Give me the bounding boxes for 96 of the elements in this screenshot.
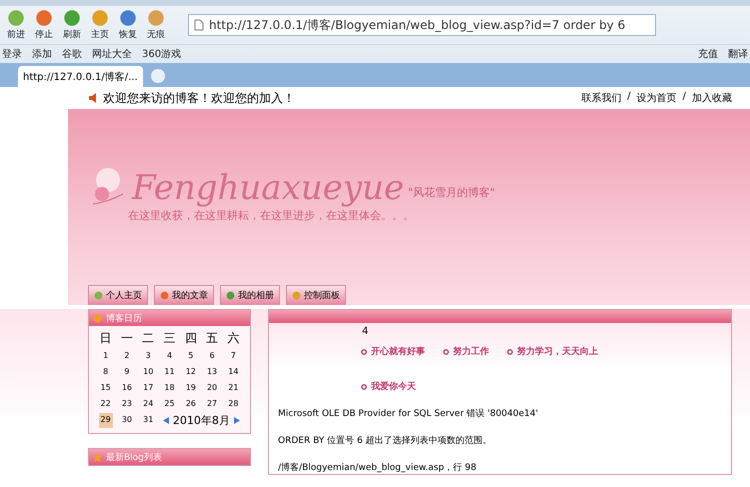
calendar-day[interactable]: 30 bbox=[120, 413, 134, 428]
calendar-day[interactable]: 11 bbox=[162, 365, 177, 379]
panel-title: 最新Blog列表 bbox=[106, 452, 162, 464]
toolbar-button[interactable]: 恢复 bbox=[116, 9, 140, 41]
bullet-icon bbox=[361, 348, 367, 354]
calendar-day[interactable]: 13 bbox=[204, 365, 220, 379]
toolbar-icon bbox=[63, 9, 81, 27]
bookmark-link[interactable]: 360游戏 bbox=[142, 47, 182, 61]
nav-icon bbox=[94, 291, 103, 300]
nav-icon bbox=[292, 291, 301, 300]
bookmark-link[interactable]: 谷歌 bbox=[62, 47, 82, 61]
article-link[interactable]: 努力工作 bbox=[443, 345, 489, 358]
toolbar-icon bbox=[91, 9, 109, 27]
calendar-day[interactable]: 28 bbox=[226, 397, 240, 411]
article-link[interactable]: 努力学习，天天向上 bbox=[507, 345, 598, 358]
calendar-day[interactable]: 31 bbox=[141, 413, 156, 428]
weekday-label: 二 bbox=[141, 330, 156, 347]
star-icon bbox=[93, 452, 102, 462]
nav-tab[interactable]: 个人主页 bbox=[88, 285, 148, 305]
article-link[interactable]: 我爱你今天 bbox=[361, 380, 416, 393]
calendar-day[interactable]: 1 bbox=[101, 349, 110, 363]
separator-text: / bbox=[682, 91, 686, 104]
address-field[interactable]: http://127.0.0.1/博客/Blogyemian/web_blog_view.asp?id=7 order by 6 bbox=[188, 14, 656, 36]
calendar-day[interactable]: 4 bbox=[164, 349, 174, 363]
bookmark-link[interactable]: 翻译 bbox=[728, 47, 748, 61]
calendar-day[interactable]: 7 bbox=[228, 349, 238, 363]
toolbar-button[interactable]: 刷新 bbox=[60, 9, 84, 41]
bookmark-link[interactable]: 充值 bbox=[698, 47, 718, 61]
calendar-day[interactable]: 27 bbox=[204, 397, 220, 411]
weekday-label: 日 bbox=[98, 330, 113, 347]
nav-icon bbox=[160, 291, 169, 300]
panel-title: 博客日历 bbox=[106, 312, 142, 324]
calendar-day[interactable]: 20 bbox=[204, 381, 220, 395]
nav-tab[interactable]: 我的相册 bbox=[220, 285, 280, 305]
top-link[interactable]: 设为首页 bbox=[636, 91, 677, 105]
article-link[interactable]: 开心就有好事 bbox=[361, 345, 425, 358]
toolbar-icon bbox=[147, 9, 165, 27]
blog-subtitle: "风花雪月的博客" bbox=[408, 185, 496, 200]
calendar-day[interactable]: 18 bbox=[162, 381, 177, 395]
calendar-day[interactable]: 6 bbox=[208, 349, 217, 363]
weekday-label: 六 bbox=[226, 330, 240, 347]
nav-tab[interactable]: 控制面板 bbox=[286, 285, 346, 305]
calendar-day[interactable]: 10 bbox=[141, 365, 156, 379]
calendar-day[interactable]: 25 bbox=[162, 397, 177, 411]
weekday-label: 三 bbox=[162, 330, 176, 347]
calendar-day[interactable]: 23 bbox=[120, 397, 134, 411]
calendar-day[interactable]: 5 bbox=[186, 349, 196, 363]
nav-icon bbox=[226, 291, 235, 300]
month-label: 2010年8月 bbox=[172, 413, 230, 428]
top-link[interactable]: 加入收藏 bbox=[692, 91, 732, 105]
weekday-label: 五 bbox=[205, 330, 220, 347]
calendar-day[interactable]: 2 bbox=[122, 349, 132, 363]
toolbar-button[interactable]: 主页 bbox=[88, 9, 112, 41]
toolbar-icon bbox=[7, 9, 25, 27]
calendar-day[interactable]: 22 bbox=[98, 397, 113, 411]
calendar-day[interactable]: 9 bbox=[122, 365, 132, 379]
bookmark-link[interactable]: 登录 bbox=[2, 47, 22, 61]
calendar-day[interactable]: 19 bbox=[184, 381, 198, 395]
toolbar-icon bbox=[119, 9, 137, 27]
toolbar-icon bbox=[35, 9, 53, 27]
toolbar-button[interactable]: 停止 bbox=[32, 9, 56, 41]
error-text: /博客/Blogyemian/web_blog_view.asp，行 98 bbox=[277, 462, 478, 474]
blog-logo-title: Fenghuaxueyue bbox=[132, 168, 404, 208]
speaker-icon bbox=[88, 93, 98, 103]
calendar-day[interactable]: 21 bbox=[226, 381, 240, 395]
bookmark-link[interactable]: 网址大全 bbox=[92, 47, 132, 61]
calendar-day[interactable]: 3 bbox=[144, 349, 153, 363]
top-link[interactable]: 联系我们 bbox=[581, 91, 622, 105]
bullet-icon bbox=[443, 348, 449, 354]
calendar-day[interactable]: 29 bbox=[98, 413, 113, 428]
calendar-day[interactable]: 24 bbox=[141, 397, 156, 411]
bullet-icon bbox=[507, 348, 513, 354]
weekday-label: 四 bbox=[184, 330, 198, 347]
toolbar-button[interactable]: 无痕 bbox=[144, 9, 168, 41]
calendar-day[interactable]: 15 bbox=[98, 381, 113, 395]
separator-text: / bbox=[627, 91, 631, 104]
calendar-day[interactable]: 26 bbox=[184, 397, 198, 411]
bullet-icon bbox=[361, 384, 367, 390]
calendar-day[interactable]: 17 bbox=[141, 381, 156, 395]
error-text: Microsoft OLE DB Provider for SQL Server 错误 '80040e14' bbox=[277, 408, 540, 420]
page-icon bbox=[194, 19, 204, 31]
bookmark-link[interactable]: 添加 bbox=[32, 47, 52, 61]
toolbar-button[interactable]: 前进 bbox=[4, 9, 28, 41]
welcome-text: 欢迎您来访的博客！欢迎您的加入！ bbox=[103, 90, 295, 106]
calendar-day[interactable]: 12 bbox=[184, 365, 198, 379]
count-text: 4 bbox=[361, 325, 370, 337]
blog-slogan: 在这里收获，在这里耕耘，在这里进步，在这里体会。。。 bbox=[128, 208, 415, 223]
nav-tab[interactable]: 我的文章 bbox=[154, 285, 214, 305]
calendar-day[interactable]: 8 bbox=[101, 365, 110, 379]
browser-tab[interactable]: http://127.0.0.1/博客/... bbox=[18, 66, 143, 87]
calendar-day[interactable]: 14 bbox=[226, 365, 240, 379]
error-text: ORDER BY 位置号 6 超出了选择列表中项数的范围。 bbox=[277, 434, 493, 447]
calendar-day[interactable]: 16 bbox=[120, 381, 134, 395]
next-month-icon[interactable] bbox=[234, 417, 240, 424]
weekday-label: 一 bbox=[120, 330, 134, 347]
previous-month-icon[interactable] bbox=[162, 417, 169, 424]
